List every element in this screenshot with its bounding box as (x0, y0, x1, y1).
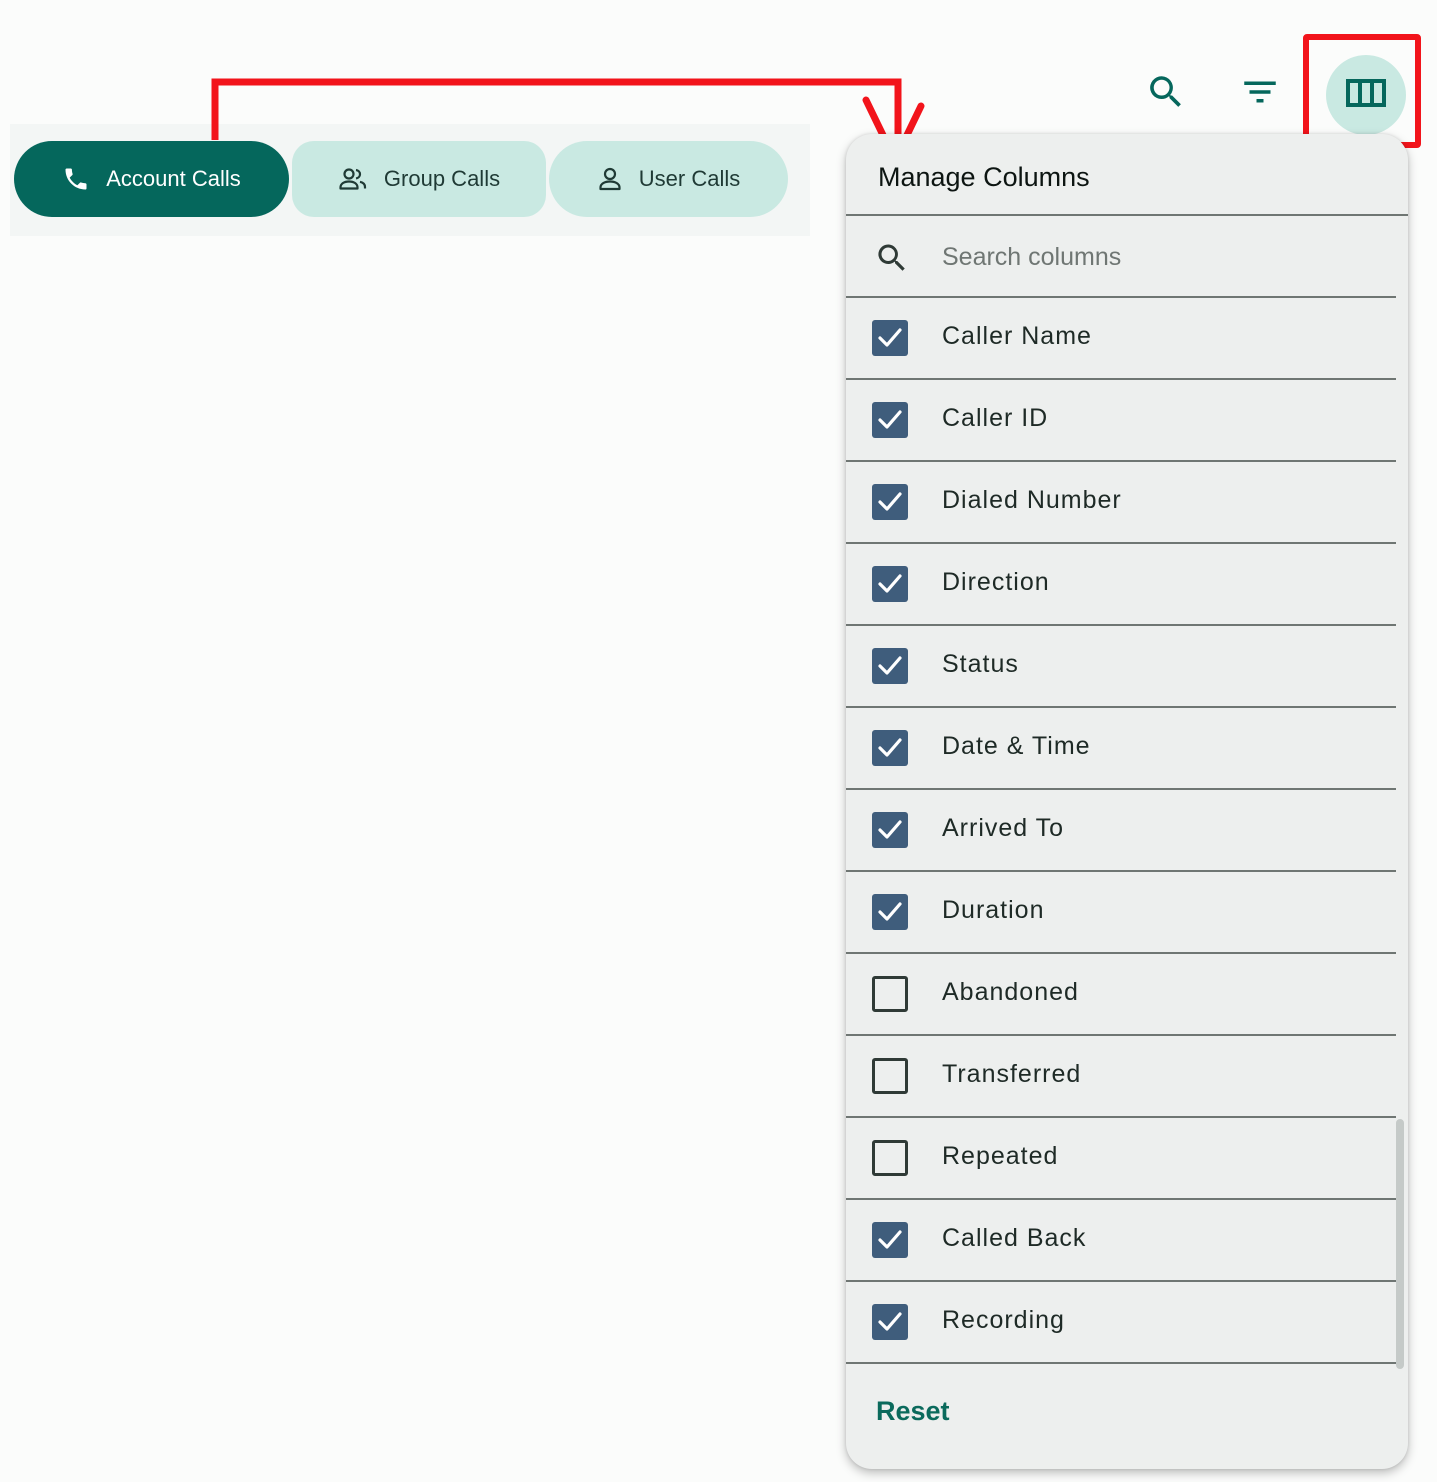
checkbox-checked[interactable] (872, 566, 908, 602)
column-option-label: Caller ID (942, 404, 1049, 432)
person-icon (597, 166, 623, 192)
tab-label: User Calls (638, 166, 741, 191)
column-option-label: Called Back (942, 1224, 1087, 1252)
checkbox-checked[interactable] (872, 484, 908, 520)
column-option-label: Caller Name (942, 322, 1092, 350)
filter-icon (1239, 71, 1281, 118)
checkbox-checked[interactable] (872, 894, 908, 930)
column-option[interactable]: Abandoned (846, 954, 1396, 1036)
column-search (846, 216, 1396, 298)
view-columns-icon (1346, 78, 1386, 113)
tab-label: Account Calls (106, 166, 241, 191)
checkbox-unchecked[interactable] (872, 976, 908, 1012)
search-icon (1145, 71, 1187, 118)
tab-label: Group Calls (383, 166, 501, 191)
column-option-label: Arrived To (942, 814, 1065, 842)
column-option[interactable]: Caller Name (846, 298, 1396, 380)
checkbox-checked[interactable] (872, 730, 908, 766)
manage-columns-panel: Manage Columns Caller Name Caller ID Diale… (846, 134, 1408, 1469)
filter-button[interactable] (1232, 66, 1288, 122)
checkbox-checked[interactable] (872, 648, 908, 684)
check-icon (878, 328, 902, 347)
checkbox-checked[interactable] (872, 1304, 908, 1340)
column-option[interactable]: Called Back (846, 1200, 1396, 1282)
checkbox-checked[interactable] (872, 1222, 908, 1258)
column-option[interactable]: Status (846, 626, 1396, 708)
column-option[interactable]: Direction (846, 544, 1396, 626)
phone-icon (62, 165, 90, 193)
column-option[interactable]: Recording (846, 1282, 1396, 1364)
checkbox-checked[interactable] (872, 812, 908, 848)
check-icon (878, 656, 902, 675)
column-option-label: Direction (942, 568, 1050, 596)
column-option-label: Duration (942, 896, 1045, 924)
check-icon (878, 492, 902, 511)
column-option-label: Abandoned (942, 978, 1079, 1006)
column-option[interactable]: Transferred (846, 1036, 1396, 1118)
column-option[interactable]: Date & Time (846, 708, 1396, 790)
check-icon (878, 1312, 902, 1331)
check-icon (878, 902, 902, 921)
search-columns-input[interactable] (940, 234, 1364, 280)
column-option-label: Recording (942, 1306, 1065, 1334)
check-icon (878, 574, 902, 593)
column-list: Caller Name Caller ID Dialed Number Directi… (846, 298, 1396, 1364)
column-option[interactable]: Duration (846, 872, 1396, 954)
checkbox-unchecked[interactable] (872, 1140, 908, 1176)
check-icon (878, 1230, 902, 1249)
tab-user-calls[interactable]: User Calls (549, 141, 788, 217)
reset-button[interactable]: Reset (876, 1396, 950, 1427)
tab-group-calls[interactable]: Group Calls (292, 141, 546, 217)
search-icon (874, 240, 910, 281)
column-option[interactable]: Dialed Number (846, 462, 1396, 544)
column-option-label: Date & Time (942, 732, 1091, 760)
column-option[interactable]: Repeated (846, 1118, 1396, 1200)
column-option-label: Status (942, 650, 1019, 678)
check-icon (878, 738, 902, 757)
manage-columns-button[interactable] (1326, 55, 1406, 135)
check-icon (878, 410, 902, 429)
tab-account-calls[interactable]: Account Calls (14, 141, 289, 217)
column-option-label: Dialed Number (942, 486, 1122, 514)
column-option-label: Repeated (942, 1142, 1059, 1170)
check-icon (878, 820, 902, 839)
search-button[interactable] (1138, 66, 1194, 122)
checkbox-unchecked[interactable] (872, 1058, 908, 1094)
group-icon (338, 166, 368, 192)
checkbox-checked[interactable] (872, 402, 908, 438)
scrollbar[interactable] (1396, 1119, 1404, 1369)
column-option[interactable]: Arrived To (846, 790, 1396, 872)
checkbox-checked[interactable] (872, 320, 908, 356)
call-type-tabs: Account Calls Group Calls User Calls (10, 124, 810, 236)
panel-title: Manage Columns (878, 162, 1090, 192)
column-option[interactable]: Caller ID (846, 380, 1396, 462)
column-option-label: Transferred (942, 1060, 1082, 1088)
